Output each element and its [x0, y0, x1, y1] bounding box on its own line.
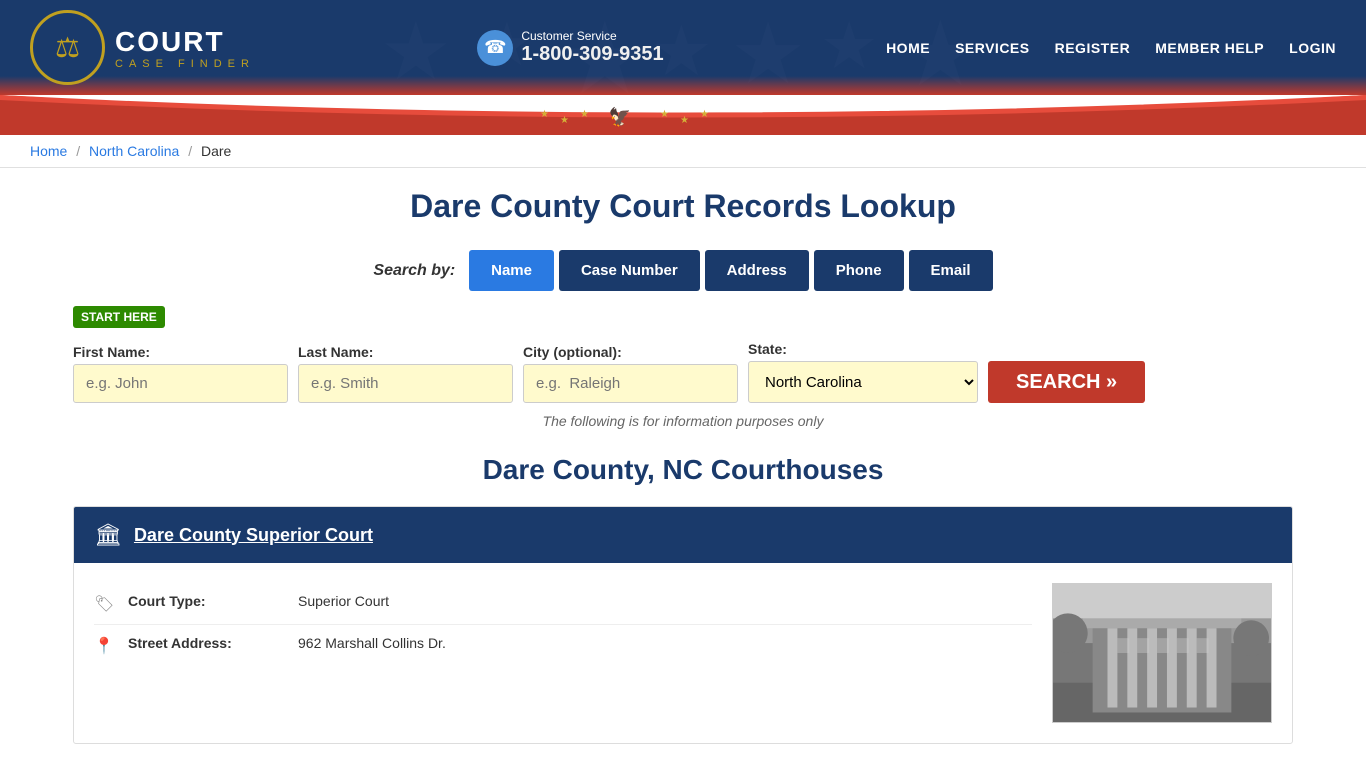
- city-group: City (optional):: [523, 344, 738, 403]
- ribbon: 🦅 ★ ★ ★ ★ ★ ★: [0, 95, 1366, 135]
- svg-text:★: ★: [540, 109, 549, 120]
- street-label: Street Address:: [128, 635, 288, 651]
- svg-text:★: ★: [660, 109, 669, 120]
- disclaimer-text: The following is for information purpose…: [73, 413, 1293, 429]
- last-name-label: Last Name:: [298, 344, 513, 360]
- search-button[interactable]: SEARCH »: [988, 361, 1145, 403]
- breadcrumb-state[interactable]: North Carolina: [89, 143, 179, 159]
- courthouse-name-link[interactable]: Dare County Superior Court: [134, 525, 373, 546]
- cs-label: Customer Service: [521, 29, 663, 43]
- state-select[interactable]: North Carolina Alabama Alaska Arizona Ca…: [748, 361, 978, 403]
- street-address-row: 📍 Street Address: 962 Marshall Collins D…: [94, 625, 1032, 666]
- start-here-badge: START HERE: [73, 306, 165, 328]
- courthouses-title: Dare County, NC Courthouses: [73, 454, 1293, 486]
- logo-brand: COURT: [115, 26, 255, 58]
- last-name-group: Last Name:: [298, 344, 513, 403]
- court-type-icon: 🏷: [94, 594, 118, 614]
- breadcrumb-sep-2: /: [188, 143, 192, 159]
- page-title: Dare County Court Records Lookup: [73, 188, 1293, 225]
- svg-text:★: ★: [700, 109, 709, 120]
- tab-email[interactable]: Email: [909, 250, 993, 291]
- court-type-row: 🏷 Court Type: Superior Court: [94, 583, 1032, 625]
- first-name-label: First Name:: [73, 344, 288, 360]
- city-input[interactable]: [523, 364, 738, 403]
- courthouse-building-icon: 🏛: [94, 522, 122, 548]
- courthouse-card-header: 🏛 Dare County Superior Court: [74, 507, 1292, 563]
- nav-home[interactable]: HOME: [886, 40, 930, 56]
- state-label: State:: [748, 341, 978, 357]
- tab-name[interactable]: Name: [469, 250, 554, 291]
- phone-icon: ☎: [477, 30, 513, 66]
- svg-text:★: ★: [560, 115, 569, 126]
- site-header: ★ ★ ★ ★ ★ ★ ★ ⚖ COURT CASE FINDER ☎ Cust…: [0, 0, 1366, 95]
- courthouse-body: 🏷 Court Type: Superior Court 📍 Street Ad…: [74, 563, 1292, 743]
- logo-emblem: ⚖: [30, 10, 105, 85]
- svg-text:🦅: 🦅: [609, 106, 631, 127]
- state-group: State: North Carolina Alabama Alaska Ari…: [748, 341, 978, 403]
- search-by-label: Search by:: [373, 262, 455, 279]
- breadcrumb-sep-1: /: [76, 143, 80, 159]
- nav-services[interactable]: SERVICES: [955, 40, 1030, 56]
- search-section: Search by: Name Case Number Address Phon…: [73, 250, 1293, 291]
- main-content: Dare County Court Records Lookup Search …: [43, 168, 1323, 784]
- search-tabs: Name Case Number Address Phone Email: [469, 250, 992, 291]
- logo-icon: ⚖: [55, 31, 80, 64]
- search-form: First Name: Last Name: City (optional): …: [73, 341, 1293, 403]
- cs-phone: 1-800-309-9351: [521, 43, 663, 66]
- nav-member-help[interactable]: MEMBER HELP: [1155, 40, 1264, 56]
- breadcrumb-home[interactable]: Home: [30, 143, 67, 159]
- logo-area[interactable]: ⚖ COURT CASE FINDER: [30, 10, 255, 85]
- tab-address[interactable]: Address: [705, 250, 809, 291]
- court-type-label: Court Type:: [128, 593, 288, 609]
- breadcrumb: Home / North Carolina / Dare: [0, 135, 1366, 168]
- svg-text:★: ★: [580, 109, 589, 120]
- last-name-input[interactable]: [298, 364, 513, 403]
- street-value: 962 Marshall Collins Dr.: [298, 635, 446, 651]
- svg-text:★: ★: [680, 115, 689, 126]
- logo-sub: CASE FINDER: [115, 58, 255, 70]
- courthouse-card: 🏛 Dare County Superior Court 🏷 Court Typ…: [73, 506, 1293, 744]
- breadcrumb-county: Dare: [201, 143, 231, 159]
- court-type-value: Superior Court: [298, 593, 389, 609]
- first-name-group: First Name:: [73, 344, 288, 403]
- customer-service: ☎ Customer Service 1-800-309-9351: [477, 29, 663, 66]
- courthouse-info: 🏷 Court Type: Superior Court 📍 Street Ad…: [94, 583, 1032, 723]
- city-label: City (optional):: [523, 344, 738, 360]
- tab-case-number[interactable]: Case Number: [559, 250, 700, 291]
- first-name-input[interactable]: [73, 364, 288, 403]
- tab-phone[interactable]: Phone: [814, 250, 904, 291]
- nav-register[interactable]: REGISTER: [1055, 40, 1131, 56]
- nav-login[interactable]: LOGIN: [1289, 40, 1336, 56]
- main-nav: HOME SERVICES REGISTER MEMBER HELP LOGIN: [886, 40, 1336, 56]
- courthouse-image: [1052, 583, 1272, 723]
- location-icon: 📍: [94, 636, 118, 656]
